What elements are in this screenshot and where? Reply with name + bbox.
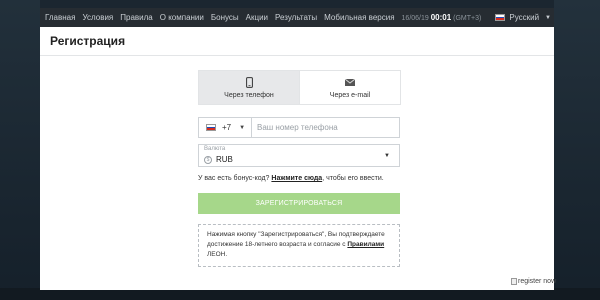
caret-down-icon: ▼ bbox=[239, 124, 246, 131]
country-code: +7 bbox=[222, 123, 232, 132]
currency-value-row: $ RUB bbox=[204, 155, 233, 164]
page-title: Регистрация bbox=[50, 34, 126, 48]
mail-icon bbox=[345, 77, 355, 88]
main-nav: Главная Условия Правила О компании Бонус… bbox=[40, 13, 402, 22]
nav-item-about[interactable]: О компании bbox=[160, 13, 204, 22]
bonus-code-line: У вас есть бонус-код? Нажмите сюда, чтоб… bbox=[198, 175, 384, 182]
registration-method-tabs: Через телефон Через e-mail bbox=[198, 70, 401, 105]
tab-phone-label: Через телефон bbox=[224, 91, 274, 99]
register-button[interactable]: ЗАРЕГИСТРИРОВАТЬСЯ bbox=[198, 193, 400, 214]
russia-flag-icon bbox=[206, 124, 216, 131]
bonus-prefix: У вас есть бонус-код? bbox=[198, 175, 270, 182]
top-navigation-bar: Главная Условия Правила О компании Бонус… bbox=[40, 8, 554, 27]
register-now-alt: register now bbox=[518, 278, 557, 285]
background-right bbox=[554, 0, 600, 300]
topbar-right: 16/06/19 00:01 (GMT+3) Русский ▼ bbox=[402, 13, 558, 22]
nav-item-mobile[interactable]: Мобильная версия bbox=[324, 13, 394, 22]
currency-value: RUB bbox=[216, 155, 233, 164]
date-text: 16/06/19 bbox=[401, 15, 429, 22]
nav-item-terms[interactable]: Условия bbox=[82, 13, 113, 22]
bonus-code-link[interactable]: Нажмите сюда bbox=[271, 175, 322, 182]
tab-email-label: Через e-mail bbox=[329, 91, 371, 99]
nav-item-promotions[interactable]: Акции bbox=[246, 13, 268, 22]
background-left bbox=[0, 0, 40, 300]
phone-icon bbox=[245, 76, 253, 88]
register-now-image[interactable]: register now bbox=[511, 278, 556, 285]
country-code-select[interactable]: +7 ▼ bbox=[199, 118, 252, 137]
nav-item-home[interactable]: Главная bbox=[45, 13, 75, 22]
time-text: 00:01 bbox=[430, 13, 452, 22]
russia-flag-icon bbox=[495, 14, 506, 21]
bonus-suffix: , чтобы его ввести. bbox=[322, 175, 384, 182]
phone-field: +7 ▼ bbox=[198, 117, 400, 138]
tab-phone[interactable]: Через телефон bbox=[199, 71, 299, 104]
nav-item-bonuses[interactable]: Бонусы bbox=[211, 13, 239, 22]
language-label: Русский bbox=[509, 13, 540, 22]
chevron-down-icon: ▼ bbox=[545, 14, 551, 21]
phone-input[interactable] bbox=[252, 118, 399, 137]
date-time: 16/06/19 00:01 (GMT+3) bbox=[402, 13, 482, 22]
coin-icon: $ bbox=[204, 155, 212, 164]
rules-link[interactable]: Правилами bbox=[347, 241, 384, 248]
currency-select[interactable]: Валюта $ RUB ▼ bbox=[198, 144, 400, 167]
caret-down-icon: ▼ bbox=[384, 153, 390, 159]
nav-item-rules[interactable]: Правила bbox=[120, 13, 152, 22]
tab-email[interactable]: Через e-mail bbox=[299, 71, 400, 104]
language-selector[interactable]: Русский ▼ bbox=[495, 13, 551, 22]
timezone-text: (GMT+3) bbox=[453, 15, 482, 22]
notice-text-after: ЛЕОН. bbox=[207, 251, 228, 258]
currency-label: Валюта bbox=[204, 146, 226, 152]
nav-item-results[interactable]: Результаты bbox=[275, 13, 317, 22]
panel-header: Регистрация bbox=[40, 27, 554, 56]
registration-panel: Регистрация Через телефон Через e-mail +… bbox=[40, 27, 554, 290]
broken-image-icon bbox=[511, 278, 517, 285]
age-consent-notice: Нажимая кнопку "Зарегистрироваться", Вы … bbox=[198, 224, 400, 267]
